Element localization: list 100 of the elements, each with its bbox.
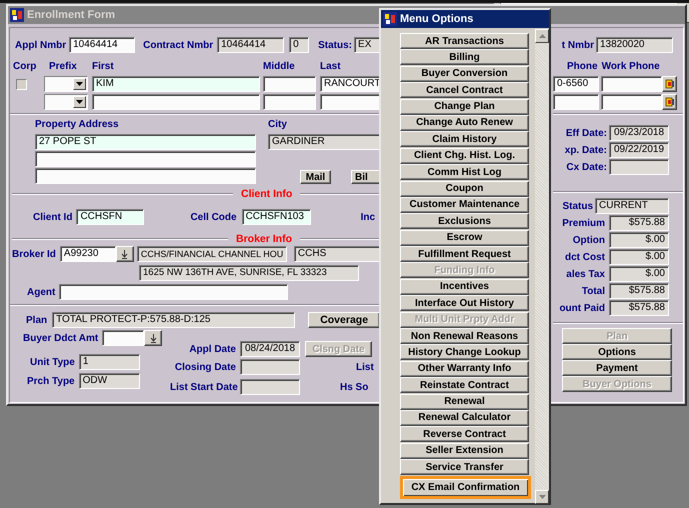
section-title: Client Info — [240, 188, 294, 200]
menu-option-button[interactable]: Claim History — [400, 131, 529, 148]
phone-field[interactable] — [553, 94, 599, 110]
amount-field: $.00 — [609, 232, 669, 248]
action-button[interactable]: Options — [562, 344, 672, 360]
agent-field[interactable] — [59, 284, 288, 300]
menu-option-button[interactable]: Service Transfer — [400, 459, 529, 476]
total-label: ales Tax — [566, 268, 605, 280]
contract-number-field: 10464414 — [217, 37, 284, 53]
property-address-label: Property Address — [35, 118, 120, 132]
card-icon — [664, 97, 674, 107]
client-id-label: Client Id — [33, 212, 72, 222]
appl-date-field: 08/24/2018 — [240, 341, 300, 357]
lookup-button[interactable] — [144, 330, 162, 346]
menu-option-button[interactable]: History Change Lookup — [400, 344, 529, 360]
number-label: t Nmbr — [562, 40, 594, 50]
prefix-dropdown[interactable] — [44, 76, 88, 92]
section-title: Broker Info — [235, 233, 294, 245]
prefix-dropdown[interactable] — [44, 94, 88, 110]
mail-button[interactable]: Mail — [300, 170, 331, 184]
amount-field: $.00 — [609, 266, 669, 282]
menu-option-button[interactable]: Renewal Calculator — [400, 410, 529, 426]
cell-code-field[interactable]: CCHSFN103 — [242, 209, 311, 225]
effective-date-field: 09/23/2018 — [609, 125, 669, 141]
cell-code-label: Cell Code — [190, 212, 237, 222]
menu-option-button[interactable]: Client Chg. Hist. Log. — [400, 148, 529, 164]
total-label: dct Cost — [565, 252, 605, 262]
total-label: ount Paid — [559, 302, 605, 314]
menu-option-button[interactable]: Fulfillment Request — [400, 246, 529, 262]
menu-option-button[interactable]: Incentives — [400, 278, 529, 295]
menu-option-button[interactable]: Change Plan — [400, 98, 529, 115]
first-name-field[interactable]: KIM — [92, 76, 260, 92]
address-field[interactable] — [35, 168, 256, 184]
work-phone-field[interactable] — [601, 76, 662, 92]
menu-option-button[interactable]: Seller Extension — [400, 442, 529, 459]
phone-button[interactable] — [662, 76, 677, 92]
last-name-field[interactable]: RANCOURT — [320, 76, 381, 92]
menu-option-button[interactable]: Non Renewal Reasons — [400, 328, 529, 344]
menu-option-button[interactable]: Renewal — [400, 394, 529, 410]
corp-label: Corp — [13, 60, 38, 72]
menu-option-button[interactable]: Exclusions — [400, 213, 529, 230]
middle-name-field[interactable] — [263, 94, 316, 110]
appl-number-field[interactable]: 10464414 — [69, 37, 136, 53]
broker-code-field: CCHS — [294, 246, 381, 262]
status-field: CURRENT — [595, 198, 669, 214]
number-field: 13820020 — [596, 37, 673, 53]
middle-name-field[interactable] — [263, 76, 316, 92]
effective-date-label: Eff Date: — [566, 128, 607, 138]
last-name-field[interactable] — [320, 94, 381, 110]
status-field: EX — [354, 37, 381, 53]
appl-number-label: Appl Nmbr — [15, 40, 66, 50]
prefix-label: Prefix — [49, 60, 78, 72]
menu-option-button[interactable]: Customer Maintenance — [400, 196, 529, 213]
menu-option-button[interactable]: Billing — [400, 49, 529, 66]
cancel-date-field — [609, 159, 669, 175]
menu-option-button[interactable]: Interface Out History — [400, 295, 529, 312]
up-arrow-icon — [538, 34, 546, 38]
corp-checkbox[interactable] — [16, 78, 27, 90]
menu-option-button[interactable]: Reinstate Contract — [400, 377, 529, 394]
appl-date-label: Appl Date — [188, 344, 236, 354]
buyer-deductible-field[interactable] — [102, 330, 144, 346]
menu-option-button[interactable]: Buyer Conversion — [400, 66, 529, 82]
menu-option-button[interactable]: CX Email Confirmation — [400, 476, 531, 499]
menu-option-button[interactable]: Other Warranty Info — [400, 360, 529, 377]
menu-option-button[interactable]: Coupon — [400, 180, 529, 197]
total-label: Premium — [562, 218, 605, 228]
scroll-up-button[interactable] — [535, 29, 549, 43]
amount-field: $575.88 — [609, 215, 669, 231]
menu-option-button[interactable]: Comm Hist Log — [400, 164, 529, 180]
broker-id-field[interactable]: A99230 — [60, 246, 116, 262]
scrollbar[interactable] — [535, 29, 549, 504]
expiration-date-label: xp. Date: — [564, 144, 607, 156]
scroll-down-button[interactable] — [535, 490, 549, 504]
first-name-field[interactable] — [92, 94, 260, 110]
work-phone-field[interactable] — [601, 94, 662, 110]
menu-option-button[interactable]: Change Auto Renew — [400, 114, 529, 131]
phone-label: Phone — [567, 60, 598, 72]
menu-option-button[interactable]: Escrow — [400, 230, 529, 246]
status-label: Status: — [318, 40, 352, 50]
agent-label: Agent — [27, 286, 56, 298]
contract-number-label: Contract Nmbr — [143, 40, 214, 50]
coverage-button[interactable]: Coverage — [308, 312, 380, 328]
lookup-button[interactable] — [116, 246, 134, 262]
phone-field[interactable]: 0-6560 — [553, 76, 599, 92]
action-button[interactable]: Payment — [562, 360, 672, 376]
bill-button[interactable]: Bil — [351, 170, 381, 184]
address-field[interactable]: 27 POPE ST — [35, 134, 256, 150]
down-arrow-icon — [538, 495, 546, 499]
expiration-date-field: 09/22/2019 — [609, 142, 669, 158]
amount-field: $575.88 — [609, 300, 669, 316]
menu-option-button[interactable]: Reverse Contract — [400, 426, 529, 442]
window-title: Enrollment Form — [27, 9, 116, 21]
menu-option-button[interactable]: Cancel Contract — [400, 82, 529, 98]
address-field[interactable] — [35, 151, 256, 167]
down-arrow-icon — [121, 250, 128, 258]
menu-option-button[interactable]: AR Transactions — [400, 33, 529, 49]
amount-field: $.00 — [609, 249, 669, 265]
phone-button[interactable] — [662, 94, 677, 110]
client-id-field[interactable]: CCHSFN — [76, 209, 144, 225]
dropdown-arrow-icon — [76, 100, 83, 104]
